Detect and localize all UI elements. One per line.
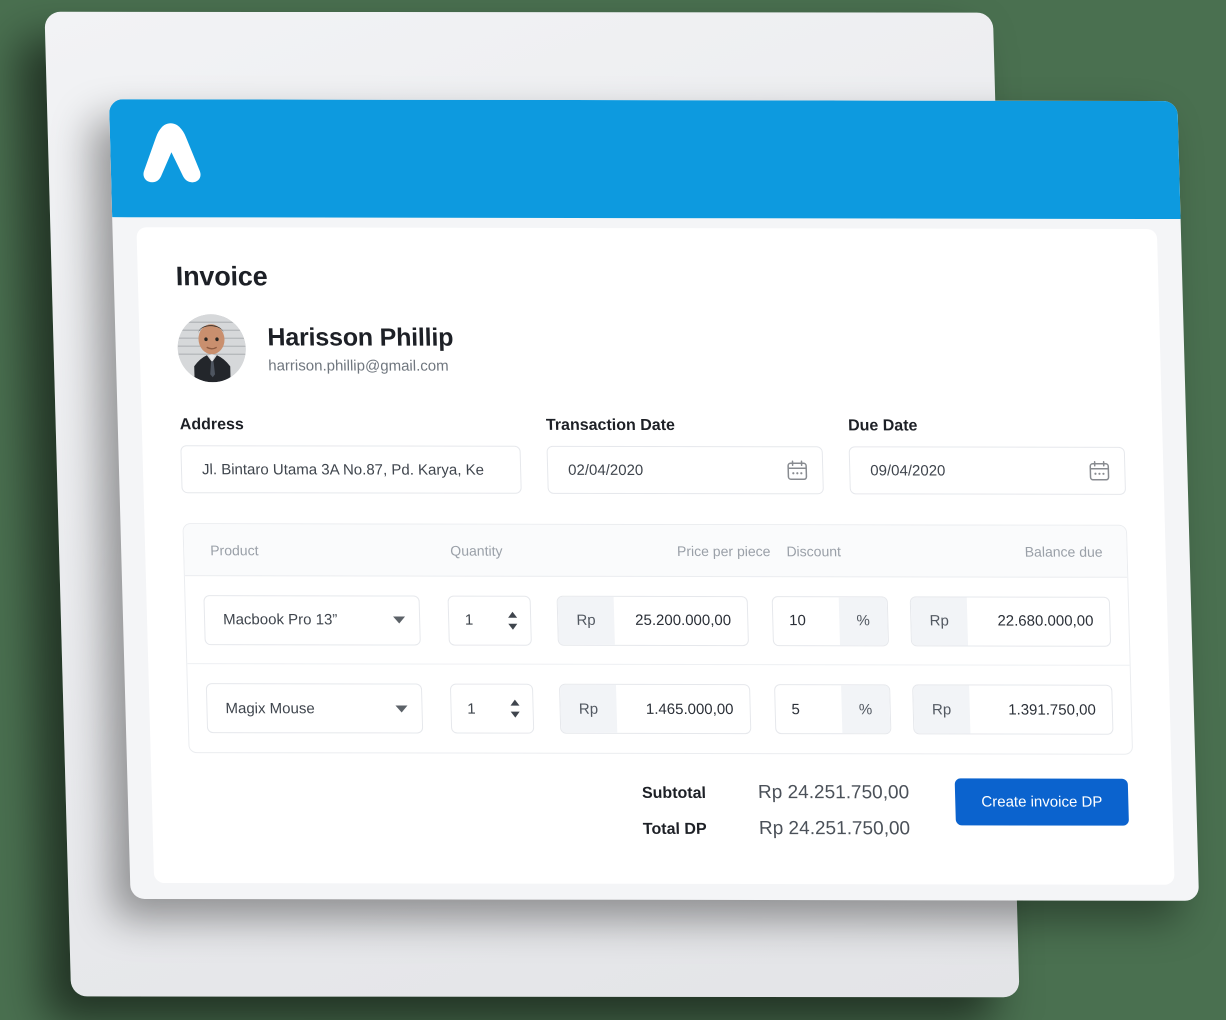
discount-value: 10 <box>788 612 807 630</box>
percent-suffix: % <box>840 685 891 734</box>
product-value: Macbook Pro 13” <box>222 611 338 629</box>
totals-section: Subtotal Rp 24.251.750,00 Total DP Rp 24… <box>189 777 1135 855</box>
chevron-a-logo-icon[interactable] <box>140 119 204 185</box>
user-name: Harisson Phillip <box>267 322 454 352</box>
balance-input-group[interactable]: Rp 22.680.000,00 <box>909 595 1112 647</box>
product-select[interactable]: Magix Mouse <box>205 683 423 734</box>
total-dp-line: Total DP Rp 24.251.750,00 <box>643 818 911 840</box>
total-dp-value: Rp 24.251.750,00 <box>758 818 911 840</box>
column-header-balance: Balance due <box>1024 543 1103 560</box>
transaction-date-field-group: Transaction Date 02/04/2020 <box>545 416 824 495</box>
table-row: Magix Mouse 1 Rp 1.465.000,00 5 % Rp 1.3… <box>187 664 1132 754</box>
balance-input-group[interactable]: Rp 1.391.750,00 <box>911 684 1114 735</box>
quantity-stepper[interactable]: 1 <box>449 683 535 734</box>
transaction-date-label: Transaction Date <box>545 416 676 435</box>
transaction-date-input[interactable]: 02/04/2020 <box>546 445 824 495</box>
create-invoice-dp-button[interactable]: Create invoice DP <box>954 778 1129 826</box>
address-field-group: Address Jl. Bintaro Utama 3A No.87, Pd. … <box>180 416 522 494</box>
subtotal-value: Rp 24.251.750,00 <box>757 782 910 804</box>
price-input-group[interactable]: Rp 25.200.000,00 <box>556 595 749 646</box>
avatar <box>176 314 247 383</box>
balance-value: 22.680.000,00 <box>997 612 1094 630</box>
price-value: 25.200.000,00 <box>634 611 732 630</box>
table-row: Macbook Pro 13” 1 Rp 25.200.000,00 10 % … <box>184 576 1130 666</box>
subtotal-line: Subtotal Rp 24.251.750,00 <box>642 782 910 804</box>
address-label: Address <box>179 416 245 434</box>
app-window: Invoice Harisson Phillip harrison.philli… <box>108 99 1200 901</box>
total-dp-label: Total DP <box>642 820 707 838</box>
app-header-banner <box>108 99 1181 220</box>
column-header-price: Price per piece <box>676 542 771 559</box>
calendar-icon[interactable] <box>1088 460 1111 482</box>
price-input-group[interactable]: Rp 1.465.000,00 <box>558 683 752 735</box>
calendar-icon[interactable] <box>786 459 809 481</box>
chevron-down-icon <box>392 616 405 624</box>
table-header-row: Product Quantity Price per piece Discoun… <box>183 524 1128 578</box>
transaction-date-value: 02/04/2020 <box>567 461 644 479</box>
due-date-input[interactable]: 09/04/2020 <box>848 446 1127 495</box>
due-date-label: Due Date <box>847 417 918 435</box>
totals-list: Subtotal Rp 24.251.750,00 Total DP Rp 24… <box>642 778 911 854</box>
stepper-arrows-icon[interactable] <box>509 699 521 719</box>
subtotal-label: Subtotal <box>641 784 707 802</box>
currency-prefix: Rp <box>559 684 618 733</box>
invoice-meta-form: Address Jl. Bintaro Utama 3A No.87, Pd. … <box>180 416 1127 495</box>
due-date-value: 09/04/2020 <box>870 461 946 480</box>
address-input[interactable]: Jl. Bintaro Utama 3A No.87, Pd. Karya, K… <box>180 445 522 494</box>
currency-prefix: Rp <box>912 685 971 734</box>
user-email: harrison.phillip@gmail.com <box>267 356 449 375</box>
discount-input-group[interactable]: 5 % <box>773 684 892 735</box>
column-header-product: Product <box>209 541 259 558</box>
line-items-table: Product Quantity Price per piece Discoun… <box>182 523 1134 755</box>
invoice-card: Invoice Harisson Phillip harrison.philli… <box>136 227 1175 885</box>
product-select[interactable]: Macbook Pro 13” <box>203 594 421 646</box>
column-header-discount: Discount <box>786 542 842 559</box>
quantity-value: 1 <box>466 700 476 718</box>
balance-value: 1.391.750,00 <box>1007 701 1097 719</box>
discount-input-group[interactable]: 10 % <box>771 595 889 646</box>
percent-suffix: % <box>838 596 888 645</box>
due-date-field-group: Due Date 09/04/2020 <box>847 417 1127 495</box>
user-summary: Harisson Phillip harrison.phillip@gmail.… <box>176 314 1123 384</box>
product-value: Magix Mouse <box>225 699 315 717</box>
price-value: 1.465.000,00 <box>645 700 734 718</box>
address-value: Jl. Bintaro Utama 3A No.87, Pd. Karya, K… <box>201 460 485 479</box>
stepper-arrows-icon[interactable] <box>507 610 519 630</box>
column-header-quantity: Quantity <box>450 542 503 559</box>
currency-prefix: Rp <box>557 596 615 645</box>
quantity-stepper[interactable]: 1 <box>447 595 532 646</box>
discount-value: 5 <box>791 700 801 718</box>
chevron-down-icon <box>395 704 408 712</box>
page-title: Invoice <box>175 261 268 292</box>
quantity-value: 1 <box>464 611 474 629</box>
scene: Invoice Harisson Phillip harrison.philli… <box>0 0 1226 1020</box>
currency-prefix: Rp <box>910 596 968 645</box>
